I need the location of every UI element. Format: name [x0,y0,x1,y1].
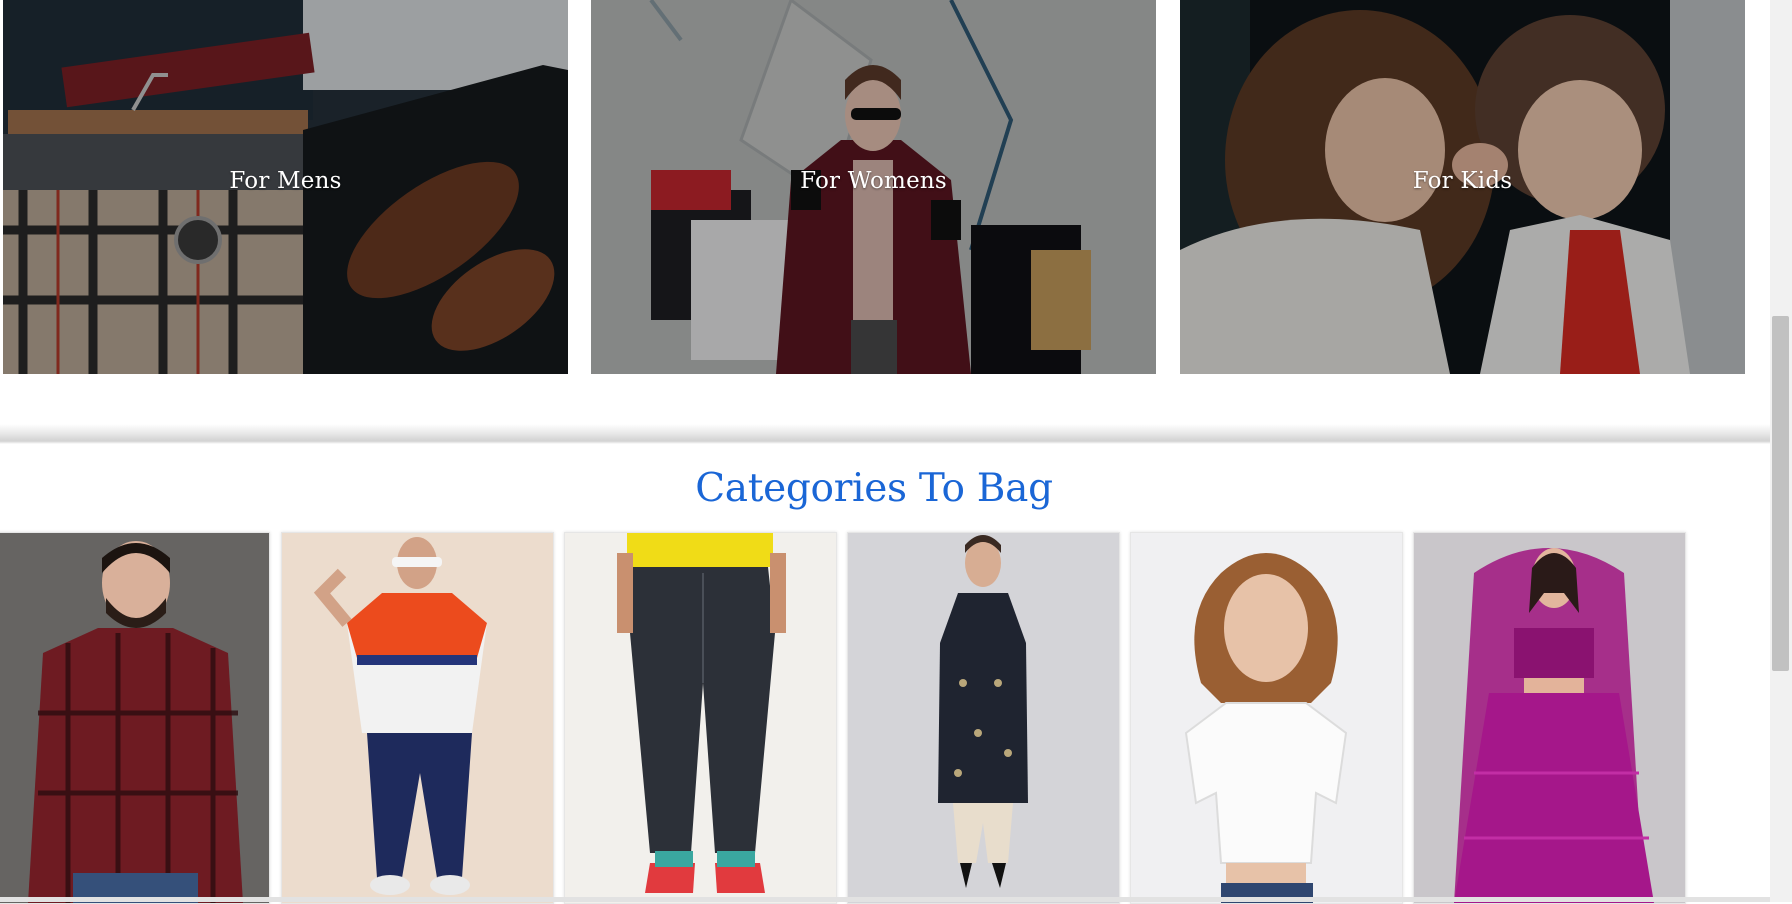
woman-kurta-set-image [848,533,1119,903]
banner-label: For Kids [1412,168,1513,194]
section-divider [0,424,1770,444]
woman-purple-lehenga-image [1414,533,1685,903]
categories-title: Categories To Bag [695,466,1053,511]
horizontal-edge [0,897,1770,902]
woman-white-top-image [1131,533,1402,903]
categories-carousel [0,532,1770,904]
man-red-check-shirt-image [0,533,269,903]
category-card[interactable] [0,532,270,904]
banner-label: For Womens [800,168,947,194]
banner-for-womens[interactable]: For Womens [591,0,1156,374]
banner-for-kids[interactable]: For Kids [1180,0,1745,374]
banner-for-mens[interactable]: For Mens [3,0,568,374]
jeans-red-sneakers-image [565,533,836,903]
scrollbar-thumb[interactable] [1772,316,1789,671]
category-card[interactable] [564,532,837,904]
banner-label: For Mens [229,168,342,194]
collection-banners: For Mens For Womens For Kids [0,0,1770,374]
category-card[interactable] [1413,532,1686,904]
man-tshirt-joggers-image [282,533,553,903]
category-card[interactable] [847,532,1120,904]
category-card[interactable] [281,532,554,904]
category-card[interactable] [1130,532,1403,904]
